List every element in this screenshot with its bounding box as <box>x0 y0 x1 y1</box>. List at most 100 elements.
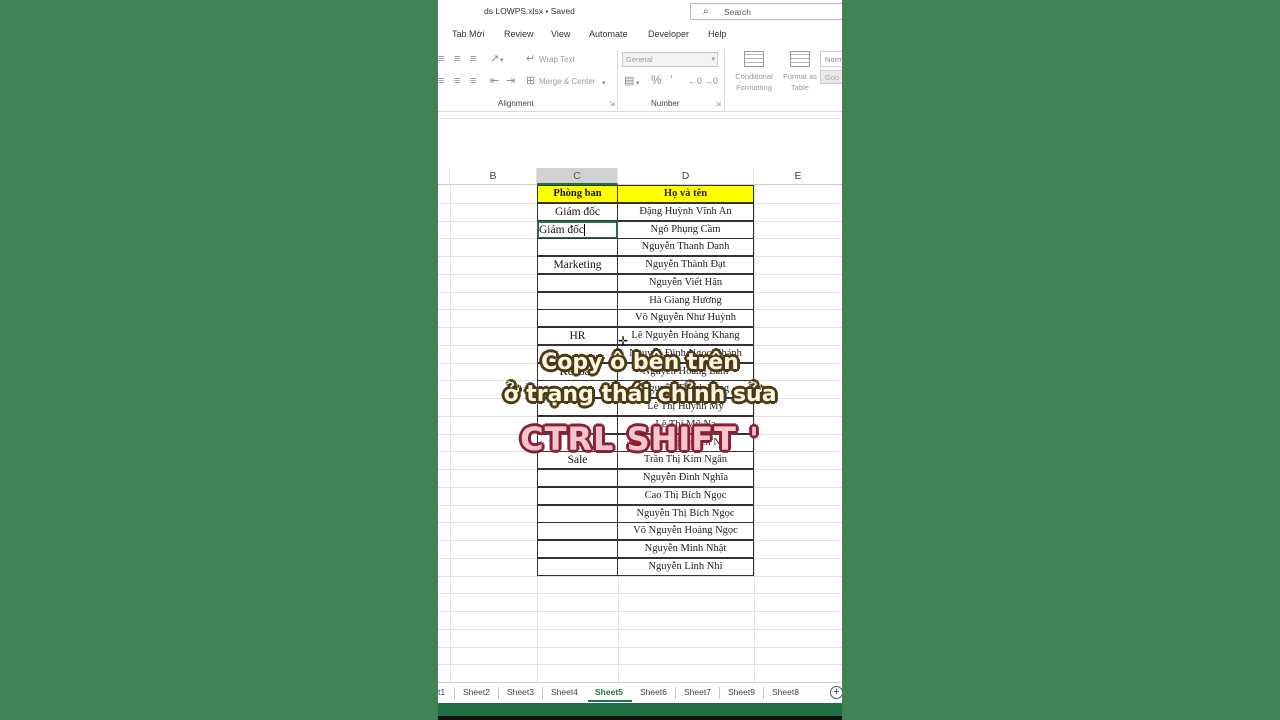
decrease-decimal-icon[interactable]: →0 <box>704 76 718 87</box>
name-cell[interactable]: Võ Nguyễn Hoàng Ngọc <box>618 522 754 541</box>
wrap-text-icon[interactable]: ↵ <box>526 54 535 65</box>
align-top-icon[interactable]: ≡ <box>438 54 444 65</box>
search-icon: ⌕ <box>703 6 709 17</box>
conditional-formatting-icon <box>744 51 764 67</box>
column-header-a[interactable] <box>438 168 450 185</box>
name-cell[interactable]: Nguyễn Linh Nhi <box>618 557 754 576</box>
sheet-tab-sheet3[interactable]: Sheet3 <box>507 687 534 697</box>
cell-style-good[interactable]: Goo <box>820 70 842 84</box>
search-label: Search <box>724 7 751 17</box>
department-cell[interactable]: HR <box>537 327 618 345</box>
search-box[interactable]: ⌕ Search <box>690 3 842 20</box>
column-gridline <box>450 185 451 682</box>
tab-developer[interactable]: Developer <box>648 29 689 39</box>
header-cell-ho-va-ten[interactable]: Họ và tên <box>618 185 754 203</box>
sheet-tab-sheet5[interactable]: Sheet5 <box>588 683 632 702</box>
tab-view[interactable]: View <box>551 29 570 39</box>
row-gridline <box>438 628 842 630</box>
conditional-formatting-button[interactable]: Conditional Formatting <box>726 71 782 93</box>
name-cell[interactable]: Nguyễn Đình Nghĩa <box>618 469 754 487</box>
sheet-tab-sheet4[interactable]: Sheet4 <box>551 687 578 697</box>
name-cell[interactable]: Nguyễn Thanh Danh <box>618 238 754 257</box>
add-sheet-button[interactable]: + <box>830 686 842 699</box>
department-cell[interactable] <box>537 469 618 487</box>
sheet-tab-sheet7[interactable]: Sheet7 <box>684 687 711 697</box>
merge-caret-icon[interactable]: ▾ <box>602 78 606 89</box>
wrap-text-label[interactable]: Wrap Text <box>539 55 575 64</box>
align-center-icon[interactable]: ≡ <box>454 76 460 87</box>
align-bottom-icon[interactable]: ≡ <box>470 54 476 65</box>
align-left-icon[interactable]: ≡ <box>438 76 444 87</box>
department-cell[interactable] <box>537 557 618 576</box>
name-cell[interactable]: Nguyễn Viết Hân <box>618 273 754 292</box>
row-gridline <box>438 611 842 612</box>
decrease-indent-icon[interactable]: ⇤ <box>490 76 499 87</box>
percent-icon[interactable]: % <box>651 74 662 86</box>
sheet-tab-sheet9[interactable]: Sheet9 <box>728 687 755 697</box>
header-cell-phong-ban[interactable]: Phòng ban <box>537 185 618 203</box>
file-title[interactable]: ds LOWPS.xlsx • Saved <box>484 6 575 16</box>
tab-automate[interactable]: Automate <box>589 29 628 39</box>
department-cell[interactable] <box>537 273 618 292</box>
column-header-b[interactable]: B <box>450 168 537 185</box>
department-cell[interactable] <box>537 309 618 328</box>
merge-center-icon[interactable]: ⊞ <box>526 76 535 87</box>
department-cell[interactable] <box>537 486 618 505</box>
sheet-tab-sheet6[interactable]: Sheet6 <box>640 687 667 697</box>
accounting-caret-icon[interactable]: ▾ <box>636 78 640 89</box>
text-cursor <box>584 223 586 236</box>
row-gridline <box>438 593 842 595</box>
column-header-c[interactable]: C <box>537 168 618 185</box>
name-cell[interactable]: Nguyễn Thị Bích Ngọc <box>618 504 754 523</box>
sheet-tab-sheet2[interactable]: Sheet2 <box>463 687 490 697</box>
number-format-value: General <box>626 55 653 64</box>
format-as-table-label-1: Format as <box>783 72 817 81</box>
name-cell[interactable]: Hà Giang Hương <box>618 291 754 310</box>
editing-cell[interactable]: Giám đốc <box>537 220 618 239</box>
column-header-d[interactable]: D <box>618 168 754 185</box>
comma-style-icon[interactable]: ’ <box>670 74 673 86</box>
sheet-tab-partial[interactable]: t1 <box>438 687 445 697</box>
caption-shortcut: CTRL SHIFT ' <box>520 420 760 458</box>
conditional-formatting-label-2: Formatting <box>736 83 772 92</box>
name-cell[interactable]: Võ Nguyễn Như Huỳnh <box>618 309 754 328</box>
ribbon: ≡ ≡ ≡ ↗ ▾ ↵ Wrap Text ≡ ≡ ≡ ⇤ ⇥ ⊞ Merge … <box>438 44 842 112</box>
column-header-e[interactable]: E <box>754 168 842 185</box>
department-cell[interactable] <box>537 540 618 558</box>
title-bar: ds LOWPS.xlsx • Saved ⌕ Search <box>438 0 842 24</box>
department-cell[interactable] <box>537 238 618 257</box>
increase-decimal-icon[interactable]: ←0 <box>688 76 702 87</box>
department-cell[interactable]: Giám đốc <box>537 202 618 221</box>
tab-review[interactable]: Review <box>504 29 534 39</box>
ribbon-tabs: Tab Mới Review View Automate Developer H… <box>438 24 842 44</box>
department-cell[interactable] <box>537 291 618 310</box>
orientation-icon[interactable]: ↗ <box>490 54 499 65</box>
move-cursor-icon: ✛ <box>618 334 629 348</box>
increase-indent-icon[interactable]: ⇥ <box>506 76 515 87</box>
sheet-tab-sheet8[interactable]: Sheet8 <box>772 687 799 697</box>
name-cell[interactable]: Lê Nguyễn Hoàng Khang <box>618 327 754 345</box>
align-middle-icon[interactable]: ≡ <box>454 54 460 65</box>
align-right-icon[interactable]: ≡ <box>470 76 476 87</box>
number-group-label: Number <box>651 99 680 108</box>
tab-help[interactable]: Help <box>708 29 727 39</box>
name-cell[interactable]: Nguyễn Thành Đạt <box>618 256 754 274</box>
name-cell[interactable]: Đặng Huỳnh Vĩnh An <box>618 202 754 221</box>
name-cell[interactable]: Ngô Phụng Cầm <box>618 220 754 239</box>
formula-bar-area <box>438 112 842 119</box>
name-cell[interactable]: Cao Thị Bích Ngọc <box>618 486 754 505</box>
cell-style-normal[interactable]: Norm <box>820 51 842 67</box>
format-as-table-button[interactable]: Format as Table <box>778 71 822 93</box>
department-cell[interactable]: Marketing <box>537 256 618 274</box>
merge-center-label[interactable]: Merge & Center <box>539 77 595 86</box>
number-format-select[interactable]: General ▾ <box>622 52 718 67</box>
number-launcher-icon[interactable]: ⇲ <box>715 99 721 110</box>
name-cell[interactable]: Nguyễn Minh Nhật <box>618 540 754 558</box>
tab-tab-moi[interactable]: Tab Mới <box>452 29 484 39</box>
separator <box>763 687 764 699</box>
alignment-launcher-icon[interactable]: ⇲ <box>609 99 615 110</box>
orientation-caret-icon: ▾ <box>500 57 504 64</box>
accounting-format-icon[interactable]: ▤ <box>624 76 634 87</box>
department-cell[interactable] <box>537 504 618 523</box>
department-cell[interactable] <box>537 522 618 541</box>
